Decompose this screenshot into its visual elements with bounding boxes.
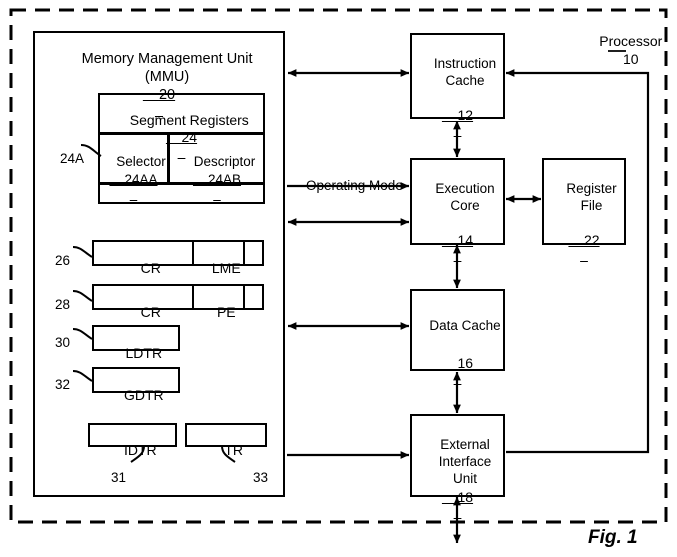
- control-register-28-divider-2: [243, 284, 245, 310]
- callout-30: 30: [40, 320, 70, 365]
- figure-caption-text: Fig. 1: [588, 527, 638, 548]
- figure-caption: Fig. 1: [588, 527, 638, 549]
- control-register-28-name-text: CR: [140, 303, 161, 320]
- gdtr-label-text: GDTR: [123, 386, 164, 403]
- processor-ref-value: 10: [622, 50, 639, 67]
- callout-32-value: 32: [55, 377, 71, 393]
- external-interface-unit-ref-value: 18: [457, 488, 474, 505]
- register-file-ref: 22: [542, 217, 626, 264]
- selector-ref-value: 24AA: [124, 172, 158, 188]
- idtr-label-text: IDTR: [123, 441, 157, 458]
- control-register-28-bit: PE: [194, 289, 243, 336]
- callout-30-value: 30: [55, 335, 71, 351]
- data-cache-line1: Data Cache: [429, 318, 501, 334]
- operating-mode-label: Operating Mode: [291, 163, 411, 208]
- patent-figure-canvas: Processor 10 Memory Management Unit (MMU…: [0, 0, 677, 557]
- control-register-28-bit-text: PE: [216, 303, 236, 320]
- control-register-26-name-text: CR: [140, 259, 161, 276]
- execution-core-line2: Core: [450, 198, 480, 214]
- register-file-line2: File: [580, 198, 603, 214]
- operating-mode-label-text: Operating Mode: [306, 178, 403, 194]
- external-interface-unit-ref: 18: [410, 474, 505, 521]
- data-cache-ref: 16: [410, 340, 505, 387]
- callout-31: 31: [96, 455, 126, 500]
- descriptor-ref-value: 24AB: [207, 172, 242, 188]
- data-cache-ref-value: 16: [457, 354, 474, 371]
- callout-24a: 24A: [45, 136, 85, 181]
- register-file-ref-value: 22: [583, 231, 600, 248]
- control-register-26-bit-text: LME: [211, 259, 241, 276]
- control-register-26-divider-2: [243, 240, 245, 266]
- descriptor-ref: 24AB: [170, 157, 264, 202]
- callout-32: 32: [40, 362, 70, 407]
- execution-core-ref: 14: [410, 217, 505, 264]
- callout-28-value: 28: [55, 297, 71, 313]
- processor-ref: 10: [578, 36, 668, 83]
- ldtr-label-text: LDTR: [125, 344, 163, 361]
- gdtr-label: GDTR: [92, 372, 180, 419]
- segment-registers-divider-top: [98, 132, 265, 135]
- selector-ref: 24AA: [100, 157, 167, 202]
- instruction-cache-line2: Cache: [445, 73, 485, 89]
- callout-33-value: 33: [253, 470, 269, 486]
- callout-26: 26: [40, 238, 70, 283]
- callout-26-value: 26: [55, 253, 71, 269]
- instruction-cache-ref-value: 12: [457, 106, 474, 123]
- callout-33: 33: [238, 455, 268, 500]
- instruction-cache-ref: 12: [410, 92, 505, 139]
- callout-31-value: 31: [111, 470, 127, 486]
- callout-24a-value: 24A: [60, 151, 85, 167]
- execution-core-ref-value: 14: [457, 231, 474, 248]
